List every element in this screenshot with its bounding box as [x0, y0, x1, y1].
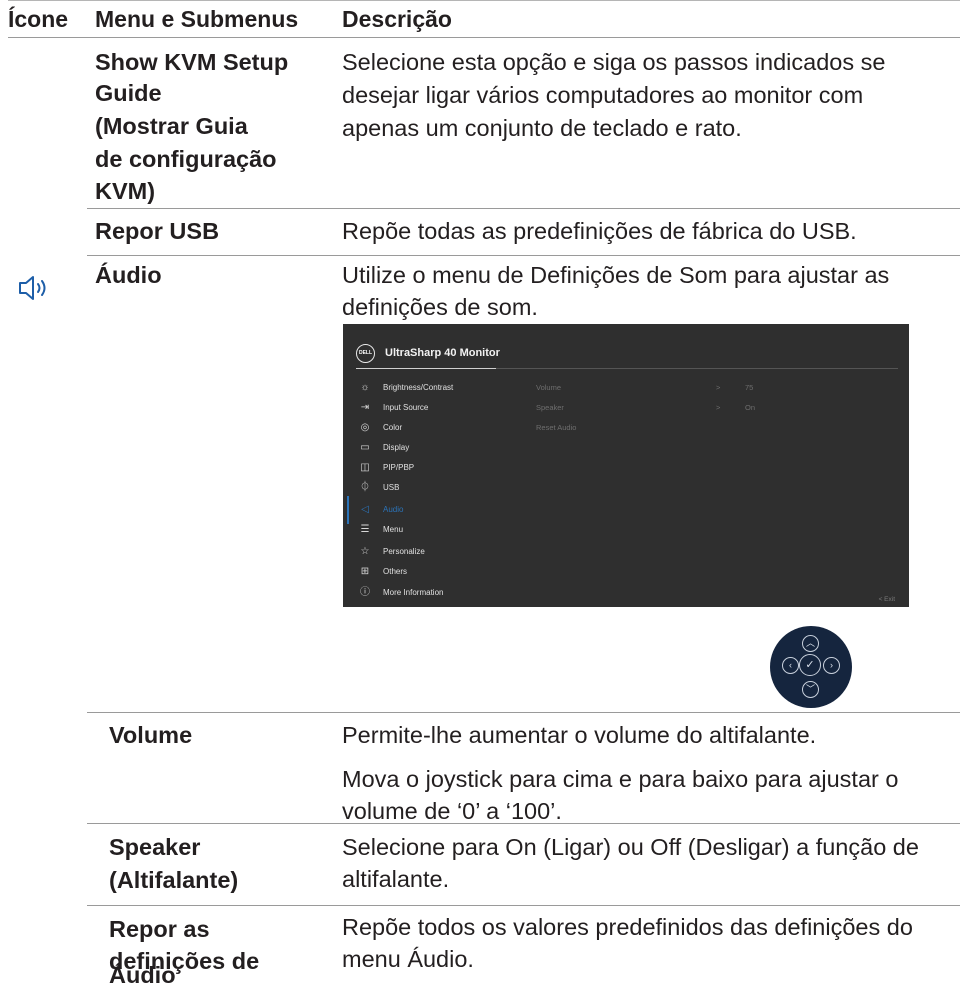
header-icon-column: Ícone [8, 6, 69, 32]
joystick-up-icon: ︿ [802, 635, 819, 652]
joystick-down-icon: ﹀ [802, 681, 819, 698]
audio-row-rule [87, 712, 960, 713]
kvm-menu-line-5: KVM) [95, 178, 156, 204]
star-icon: ☆ [360, 546, 370, 557]
osd-item-label: PIP/PBP [383, 463, 415, 472]
volume-description-2-line-1: Mova o joystick para cima e para baixo p… [342, 766, 899, 792]
joystick-center-check-icon: ✓ [799, 654, 821, 676]
dell-logo: DELL [356, 344, 375, 363]
osd-item-label: Others [383, 567, 408, 576]
kvm-description-line-3: apenas um conjunto de teclado e rato. [342, 115, 742, 141]
osd-sub-volume-label[interactable]: Volume [536, 378, 561, 398]
osd-item-input-source[interactable]: ⇥ Input Source [358, 398, 429, 418]
osd-item-label: USB [383, 483, 400, 492]
speaker-icon [18, 273, 52, 303]
kvm-menu-line-1: Show KVM Setup [95, 49, 289, 75]
speaker-menu-line-1: Speaker [109, 834, 201, 860]
brightness-icon: ☼ [360, 382, 370, 393]
audio-description-line-2: definições de som. [342, 294, 538, 320]
osd-selection-bar [347, 496, 349, 524]
others-icon: ⊞ [360, 566, 370, 577]
osd-menu-screenshot: DELL UltraSharp 40 Monitor ☼ Brightness/C… [343, 324, 909, 607]
osd-title-divider [496, 368, 898, 369]
osd-sub-speaker-value: On [745, 403, 756, 412]
info-icon: ⓘ [360, 587, 370, 598]
audio-icon: ◁ [361, 504, 369, 515]
repor-usb-menu: Repor USB [95, 218, 220, 244]
kvm-menu-line-3: (Mostrar Guia [95, 113, 248, 139]
menu-icon: ☰ [360, 524, 370, 535]
kvm-description-line-1: Selecione esta opção e siga os passos in… [342, 49, 886, 75]
osd-item-label: Personalize [383, 547, 425, 556]
osd-item-label: Input Source [383, 403, 429, 412]
joystick-illustration: ︿ ‹ ✓ › ﹀ [770, 626, 852, 708]
header-menu-column: Menu e Submenus [95, 6, 299, 32]
osd-item-others[interactable]: ⊞ Others [358, 562, 407, 582]
volume-description-1: Permite-lhe aumentar o volume do altifal… [342, 722, 817, 748]
header-rule [8, 37, 960, 38]
input-source-icon: ⇥ [360, 402, 370, 413]
osd-item-brightness[interactable]: ☼ Brightness/Contrast [358, 378, 453, 398]
repor-audio-menu-line-3: Áudio [109, 962, 176, 988]
repor-audio-menu-line-1: Repor as [109, 916, 210, 942]
osd-item-audio[interactable]: ◁ Audio [358, 500, 403, 520]
speaker-description-line-2: altifalante. [342, 866, 450, 892]
kvm-menu-line-2: Guide [95, 80, 162, 106]
pip-pbp-icon: ◫ [360, 462, 370, 473]
repor-audio-description-line-2: menu Áudio. [342, 946, 474, 972]
volume-menu: Volume [109, 722, 193, 748]
osd-item-display[interactable]: ▭ Display [358, 438, 409, 458]
kvm-menu-line-4: de configuração [95, 146, 277, 172]
osd-sub-reset-audio-label[interactable]: Reset Audio [536, 418, 576, 438]
header-description-column: Descrição [342, 6, 452, 32]
audio-description-line-1: Utilize o menu de Definições de Som para… [342, 262, 890, 288]
osd-item-label: Audio [383, 505, 404, 514]
repor-usb-description: Repõe todas as predefinições de fábrica … [342, 218, 857, 244]
kvm-description-line-2: desejar ligar vários computadores ao mon… [342, 82, 864, 108]
table-top-rule [8, 0, 960, 1]
osd-sub-volume-arrow: > [716, 383, 721, 392]
speaker-row-rule [87, 905, 960, 906]
osd-exit-button[interactable]: < Exit [879, 596, 895, 603]
joystick-left-icon: ‹ [782, 657, 799, 674]
joystick-right-icon: › [823, 657, 840, 674]
osd-item-usb[interactable]: ⏀ USB [358, 478, 399, 498]
osd-title: UltraSharp 40 Monitor [385, 347, 500, 359]
osd-sub-volume-value: 75 [745, 383, 754, 392]
osd-item-pip-pbp[interactable]: ◫ PIP/PBP [358, 458, 414, 478]
kvm-row-rule [87, 208, 960, 209]
osd-item-label: More Information [383, 588, 444, 597]
osd-item-more-information[interactable]: ⓘ More Information [358, 583, 443, 603]
osd-item-label: Brightness/Contrast [383, 383, 454, 392]
repor-usb-row-rule [87, 255, 960, 256]
volume-description-2-line-2: volume de ‘0’ a ‘100’. [342, 798, 562, 824]
speaker-description-line-1: Selecione para On (Ligar) ou Off (Deslig… [342, 834, 919, 860]
osd-item-personalize[interactable]: ☆ Personalize [358, 542, 425, 562]
osd-sub-speaker-arrow: > [716, 403, 721, 412]
audio-menu: Áudio [95, 262, 162, 288]
osd-item-label: Color [383, 423, 403, 432]
osd-item-menu[interactable]: ☰ Menu [358, 520, 404, 540]
osd-item-label: Display [383, 443, 410, 452]
usb-icon: ⏀ [360, 482, 370, 493]
color-icon: ◎ [360, 422, 370, 433]
speaker-menu-line-2: (Altifalante) [109, 867, 239, 893]
osd-sub-speaker-label[interactable]: Speaker [536, 398, 564, 418]
repor-audio-description-line-1: Repõe todos os valores predefinidos das … [342, 914, 913, 940]
osd-title-underline [356, 368, 496, 369]
osd-item-color[interactable]: ◎ Color [358, 418, 403, 438]
display-icon: ▭ [360, 442, 370, 453]
osd-item-label: Menu [383, 525, 404, 534]
